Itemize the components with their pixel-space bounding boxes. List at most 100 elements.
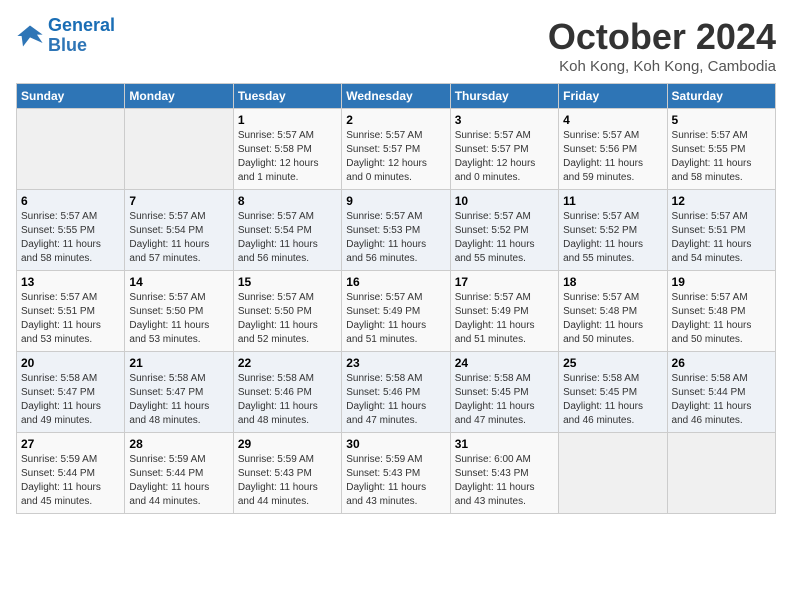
day-number: 29 (238, 437, 337, 451)
calendar: SundayMondayTuesdayWednesdayThursdayFrid… (16, 83, 776, 514)
weekday-header-wednesday: Wednesday (342, 84, 450, 109)
day-number: 17 (455, 275, 554, 289)
day-number: 14 (129, 275, 228, 289)
day-info: Sunrise: 5:57 AMSunset: 5:52 PMDaylight:… (455, 210, 554, 266)
logo-text: General Blue (48, 16, 115, 56)
day-info: Sunrise: 5:57 AMSunset: 5:48 PMDaylight:… (563, 291, 662, 347)
calendar-week-1: 1 Sunrise: 5:57 AMSunset: 5:58 PMDaylight… (17, 109, 776, 190)
calendar-cell: 20 Sunrise: 5:58 AMSunset: 5:47 PMDayligh… (17, 352, 125, 433)
day-info: Sunrise: 5:58 AMSunset: 5:47 PMDaylight:… (129, 372, 228, 428)
calendar-cell (559, 433, 667, 514)
day-number: 4 (563, 113, 662, 127)
month-title: October 2024 (548, 16, 776, 58)
day-number: 22 (238, 356, 337, 370)
logo-line2: Blue (48, 35, 87, 55)
calendar-cell: 16 Sunrise: 5:57 AMSunset: 5:49 PMDayligh… (342, 271, 450, 352)
calendar-cell: 17 Sunrise: 5:57 AMSunset: 5:49 PMDayligh… (450, 271, 558, 352)
calendar-cell: 31 Sunrise: 6:00 AMSunset: 5:43 PMDayligh… (450, 433, 558, 514)
day-number: 31 (455, 437, 554, 451)
day-number: 10 (455, 194, 554, 208)
location: Koh Kong, Koh Kong, Cambodia (548, 58, 776, 75)
calendar-cell (125, 109, 233, 190)
logo: General Blue (16, 16, 115, 56)
calendar-cell: 4 Sunrise: 5:57 AMSunset: 5:56 PMDaylight… (559, 109, 667, 190)
day-number: 1 (238, 113, 337, 127)
calendar-cell (667, 433, 775, 514)
day-number: 5 (672, 113, 771, 127)
calendar-cell: 24Sunrise: 5:58 AMSunset: 5:45 PMDayligh… (450, 352, 558, 433)
day-number: 30 (346, 437, 445, 451)
calendar-cell: 2Sunrise: 5:57 AMSunset: 5:57 PMDaylight… (342, 109, 450, 190)
page-header: General Blue October 2024 Koh Kong, Koh … (16, 16, 776, 75)
calendar-cell: 1 Sunrise: 5:57 AMSunset: 5:58 PMDaylight… (233, 109, 341, 190)
day-info: Sunrise: 5:58 AMSunset: 5:44 PMDaylight:… (672, 372, 771, 428)
calendar-cell: 11Sunrise: 5:57 AMSunset: 5:52 PMDayligh… (559, 190, 667, 271)
day-number: 26 (672, 356, 771, 370)
day-info: Sunrise: 5:59 AMSunset: 5:43 PMDaylight:… (346, 453, 445, 509)
day-number: 11 (563, 194, 662, 208)
calendar-cell: 12 Sunrise: 5:57 AMSunset: 5:51 PMDayligh… (667, 190, 775, 271)
calendar-cell: 10 Sunrise: 5:57 AMSunset: 5:52 PMDayligh… (450, 190, 558, 271)
calendar-cell: 25 Sunrise: 5:58 AMSunset: 5:45 PMDayligh… (559, 352, 667, 433)
weekday-header-tuesday: Tuesday (233, 84, 341, 109)
day-number: 6 (21, 194, 120, 208)
day-info: Sunrise: 5:57 AMSunset: 5:50 PMDaylight:… (238, 291, 337, 347)
day-number: 20 (21, 356, 120, 370)
day-info: Sunrise: 5:57 AMSunset: 5:49 PMDaylight:… (455, 291, 554, 347)
weekday-header-thursday: Thursday (450, 84, 558, 109)
calendar-cell: 22Sunrise: 5:58 AMSunset: 5:46 PMDayligh… (233, 352, 341, 433)
calendar-cell: 5 Sunrise: 5:57 AMSunset: 5:55 PMDaylight… (667, 109, 775, 190)
day-info: Sunrise: 5:58 AMSunset: 5:47 PMDaylight:… (21, 372, 120, 428)
calendar-cell: 27 Sunrise: 5:59 AMSunset: 5:44 PMDayligh… (17, 433, 125, 514)
day-info: Sunrise: 5:57 AMSunset: 5:56 PMDaylight:… (563, 129, 662, 185)
calendar-week-2: 6 Sunrise: 5:57 AMSunset: 5:55 PMDaylight… (17, 190, 776, 271)
day-number: 27 (21, 437, 120, 451)
title-block: October 2024 Koh Kong, Koh Kong, Cambodi… (548, 16, 776, 75)
calendar-cell: 26 Sunrise: 5:58 AMSunset: 5:44 PMDayligh… (667, 352, 775, 433)
day-info: Sunrise: 5:57 AMSunset: 5:49 PMDaylight:… (346, 291, 445, 347)
day-info: Sunrise: 5:59 AMSunset: 5:43 PMDaylight:… (238, 453, 337, 509)
calendar-cell: 23Sunrise: 5:58 AMSunset: 5:46 PMDayligh… (342, 352, 450, 433)
day-number: 21 (129, 356, 228, 370)
calendar-cell: 28 Sunrise: 5:59 AMSunset: 5:44 PMDayligh… (125, 433, 233, 514)
weekday-header-friday: Friday (559, 84, 667, 109)
day-number: 9 (346, 194, 445, 208)
day-number: 8 (238, 194, 337, 208)
day-number: 16 (346, 275, 445, 289)
day-info: Sunrise: 5:59 AMSunset: 5:44 PMDaylight:… (21, 453, 120, 509)
logo-line1: General (48, 15, 115, 35)
day-info: Sunrise: 5:57 AMSunset: 5:58 PMDaylight:… (238, 129, 337, 185)
calendar-cell: 19 Sunrise: 5:57 AMSunset: 5:48 PMDayligh… (667, 271, 775, 352)
day-number: 24 (455, 356, 554, 370)
day-info: Sunrise: 6:00 AMSunset: 5:43 PMDaylight:… (455, 453, 554, 509)
day-info: Sunrise: 5:57 AMSunset: 5:54 PMDaylight:… (129, 210, 228, 266)
day-info: Sunrise: 5:57 AMSunset: 5:48 PMDaylight:… (672, 291, 771, 347)
day-number: 15 (238, 275, 337, 289)
day-info: Sunrise: 5:57 AMSunset: 5:55 PMDaylight:… (672, 129, 771, 185)
day-info: Sunrise: 5:59 AMSunset: 5:44 PMDaylight:… (129, 453, 228, 509)
calendar-cell: 6 Sunrise: 5:57 AMSunset: 5:55 PMDaylight… (17, 190, 125, 271)
day-info: Sunrise: 5:57 AMSunset: 5:54 PMDaylight:… (238, 210, 337, 266)
day-number: 18 (563, 275, 662, 289)
day-number: 13 (21, 275, 120, 289)
calendar-cell: 29 Sunrise: 5:59 AMSunset: 5:43 PMDayligh… (233, 433, 341, 514)
day-number: 19 (672, 275, 771, 289)
calendar-week-5: 27 Sunrise: 5:59 AMSunset: 5:44 PMDayligh… (17, 433, 776, 514)
day-info: Sunrise: 5:57 AMSunset: 5:57 PMDaylight:… (346, 129, 445, 185)
day-number: 28 (129, 437, 228, 451)
day-info: Sunrise: 5:57 AMSunset: 5:53 PMDaylight:… (346, 210, 445, 266)
calendar-cell: 9 Sunrise: 5:57 AMSunset: 5:53 PMDaylight… (342, 190, 450, 271)
calendar-cell: 7 Sunrise: 5:57 AMSunset: 5:54 PMDaylight… (125, 190, 233, 271)
day-number: 12 (672, 194, 771, 208)
day-info: Sunrise: 5:57 AMSunset: 5:51 PMDaylight:… (672, 210, 771, 266)
day-info: Sunrise: 5:58 AMSunset: 5:45 PMDaylight:… (563, 372, 662, 428)
weekday-header-sunday: Sunday (17, 84, 125, 109)
day-number: 7 (129, 194, 228, 208)
day-info: Sunrise: 5:57 AMSunset: 5:55 PMDaylight:… (21, 210, 120, 266)
day-info: Sunrise: 5:57 AMSunset: 5:51 PMDaylight:… (21, 291, 120, 347)
calendar-week-3: 13 Sunrise: 5:57 AMSunset: 5:51 PMDayligh… (17, 271, 776, 352)
calendar-cell (17, 109, 125, 190)
day-number: 25 (563, 356, 662, 370)
day-number: 3 (455, 113, 554, 127)
calendar-cell: 30 Sunrise: 5:59 AMSunset: 5:43 PMDayligh… (342, 433, 450, 514)
